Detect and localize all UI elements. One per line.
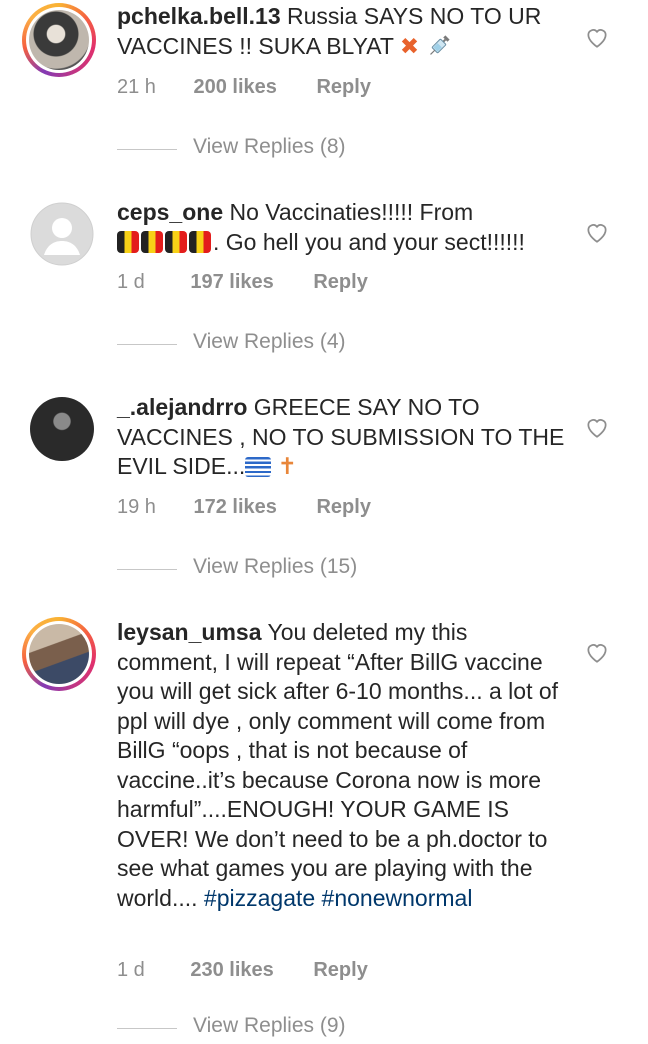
likes-count[interactable]: 197 likes xyxy=(190,271,273,294)
default-avatar-icon xyxy=(30,202,94,266)
heart-icon[interactable] xyxy=(584,219,610,245)
comment-text: leysan_umsa You deleted my this comment,… xyxy=(117,618,567,913)
divider-line xyxy=(117,344,177,345)
greece-flag-icon xyxy=(245,457,272,477)
comment-body-end: . Go hell you and your sect!!!!!! xyxy=(213,228,525,255)
reply-button[interactable]: Reply xyxy=(313,271,367,294)
likes-count[interactable]: 230 likes xyxy=(190,959,273,982)
username[interactable]: pchelka.bell.13 xyxy=(117,3,281,29)
avatar[interactable] xyxy=(30,397,94,461)
view-replies-button[interactable]: View Replies (9) xyxy=(117,1014,517,1044)
view-replies-label[interactable]: View Replies (8) xyxy=(193,135,346,159)
latin-cross-icon: ✝ xyxy=(277,453,297,479)
view-replies-label[interactable]: View Replies (15) xyxy=(193,555,357,579)
reply-button[interactable]: Reply xyxy=(316,496,370,519)
comment-body: No Vaccinaties!!!!! From xyxy=(229,199,474,225)
syringe-icon xyxy=(429,34,450,55)
likes-count[interactable]: 200 likes xyxy=(194,76,277,99)
heart-icon[interactable] xyxy=(584,639,610,665)
comment-body: You deleted my this comment, I will repe… xyxy=(117,619,559,911)
view-replies-button[interactable]: View Replies (15) xyxy=(117,555,517,585)
view-replies-button[interactable]: View Replies (4) xyxy=(117,330,517,360)
comment-time: 21 h xyxy=(117,76,156,98)
comment-text: _.alejandrro GREECE SAY NO TO VACCINES ,… xyxy=(117,393,567,482)
view-replies-label[interactable]: View Replies (4) xyxy=(193,330,346,354)
reply-button[interactable]: Reply xyxy=(316,76,370,99)
belgium-flag-icon xyxy=(141,230,163,253)
hashtags[interactable]: #pizzagate #nonewnormal xyxy=(204,885,473,911)
avatar[interactable] xyxy=(30,202,94,266)
belgium-flag-icon xyxy=(165,230,187,253)
divider-line xyxy=(117,569,177,570)
cross-mark-icon: ✖ xyxy=(399,32,420,59)
likes-count[interactable]: 172 likes xyxy=(194,496,277,519)
view-replies-button[interactable]: View Replies (8) xyxy=(117,135,517,165)
comment-meta: 19 h 172 likes Reply xyxy=(117,496,371,519)
username[interactable]: _.alejandrro xyxy=(117,394,247,420)
username[interactable]: leysan_umsa xyxy=(117,619,261,645)
comment-meta: 21 h 200 likes Reply xyxy=(117,76,371,99)
username[interactable]: ceps_one xyxy=(117,199,223,225)
heart-icon[interactable] xyxy=(584,24,610,50)
comment-time: 19 h xyxy=(117,496,156,518)
belgium-flag-icon xyxy=(189,230,211,253)
belgium-flag-icon xyxy=(117,230,139,253)
comment-meta: 1 d 230 likes Reply xyxy=(117,959,368,982)
reply-button[interactable]: Reply xyxy=(313,959,367,982)
comment-time: 1 d xyxy=(117,271,145,293)
avatar[interactable] xyxy=(22,3,96,77)
comment-meta: 1 d 197 likes Reply xyxy=(117,271,368,294)
divider-line xyxy=(117,149,177,150)
comment-time: 1 d xyxy=(117,959,145,981)
comment-text: pchelka.bell.13 Russia SAYS NO TO UR VAC… xyxy=(117,2,567,61)
avatar[interactable] xyxy=(22,617,96,691)
view-replies-label[interactable]: View Replies (9) xyxy=(193,1014,346,1038)
heart-icon[interactable] xyxy=(584,414,610,440)
comment-text: ceps_one No Vaccinaties!!!!! From . Go h… xyxy=(117,198,567,257)
